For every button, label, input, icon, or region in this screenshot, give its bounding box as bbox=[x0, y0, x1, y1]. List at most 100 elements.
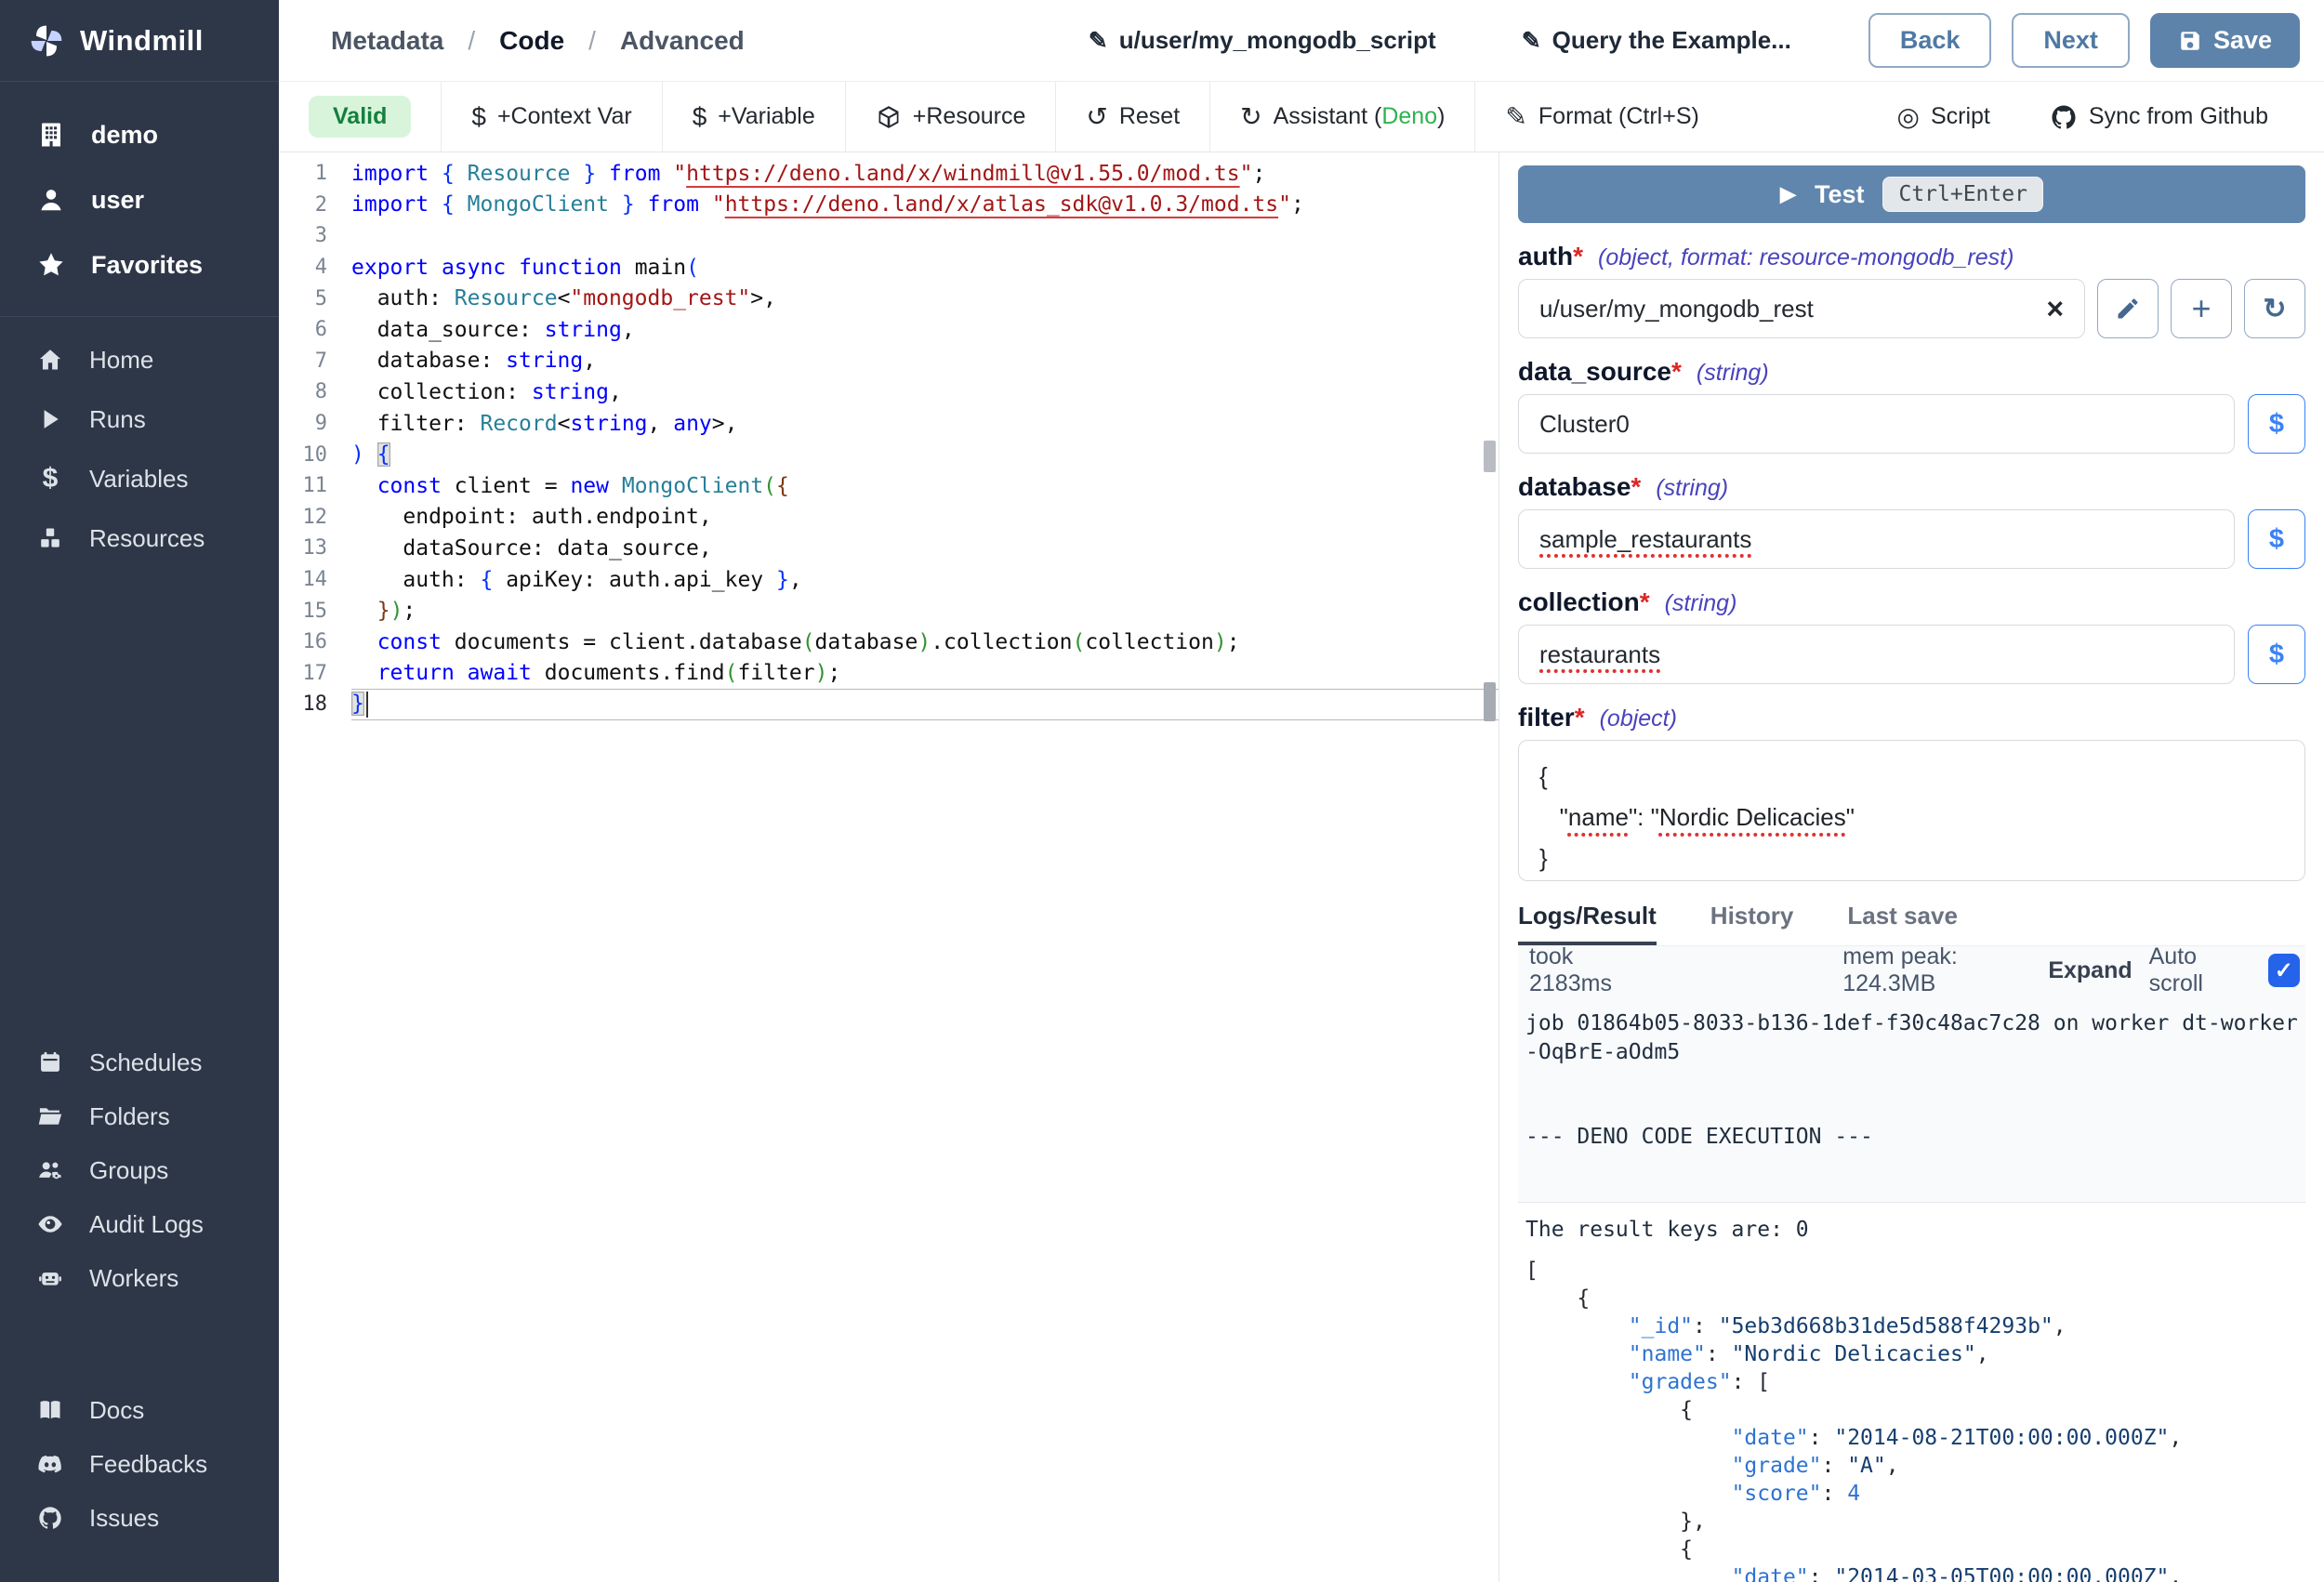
sidebar-item-runs[interactable]: Runs bbox=[0, 389, 279, 449]
tab-history[interactable]: History bbox=[1710, 902, 1794, 945]
sidebar-item-folders[interactable]: Folders bbox=[0, 1089, 279, 1143]
sidebar-item-schedules[interactable]: Schedules bbox=[0, 1035, 279, 1089]
back-button[interactable]: Back bbox=[1868, 13, 1992, 68]
code-line[interactable]: 14 auth: { apiKey: auth.api_key }, bbox=[279, 564, 1499, 596]
code-line[interactable]: 2import { MongoClient } from "https://de… bbox=[279, 190, 1499, 221]
book-icon bbox=[37, 1397, 63, 1423]
edit-resource-button[interactable] bbox=[2097, 279, 2159, 338]
sidebar-item-issues[interactable]: Issues bbox=[0, 1491, 279, 1545]
sidebar-divider bbox=[0, 316, 279, 317]
sidebar-item-demo[interactable]: demo bbox=[0, 102, 279, 167]
autoscroll-label: Auto scroll bbox=[2149, 943, 2253, 997]
play-icon: ▶ bbox=[1780, 182, 1796, 206]
database-input[interactable]: sample_restaurants bbox=[1518, 509, 2235, 569]
sync-from-github-button[interactable]: Sync from Github bbox=[2050, 103, 2268, 131]
sidebar-item-workers[interactable]: Workers bbox=[0, 1251, 279, 1305]
tab-metadata[interactable]: Metadata bbox=[331, 26, 443, 56]
code-line[interactable]: 8 collection: string, bbox=[279, 376, 1499, 408]
expand-button[interactable]: Expand bbox=[2048, 957, 2132, 984]
sidebar-item-label: Audit Logs bbox=[89, 1210, 204, 1239]
sidebar-item-feedbacks[interactable]: Feedbacks bbox=[0, 1437, 279, 1491]
code-line[interactable]: 17 return await documents.find(filter); bbox=[279, 658, 1499, 690]
code-line[interactable]: 15 }); bbox=[279, 595, 1499, 626]
script-title-chip[interactable]: ✎ Query the Example... bbox=[1522, 26, 1791, 55]
add-variable-button[interactable]: $ +Variable bbox=[662, 82, 845, 152]
line-number: 12 bbox=[279, 506, 327, 529]
tab-separator: / bbox=[468, 26, 475, 56]
sidebar-item-groups[interactable]: Groups bbox=[0, 1143, 279, 1197]
add-resource-button[interactable]: +Resource bbox=[845, 82, 1056, 152]
autoscroll-checkbox[interactable]: ✓ bbox=[2268, 954, 2301, 987]
code-line[interactable]: 5 auth: Resource<"mongodb_rest">, bbox=[279, 283, 1499, 314]
code-editor[interactable]: 1import { Resource } from "https://deno.… bbox=[279, 152, 1499, 1582]
code-text: const client = new MongoClient({ bbox=[351, 474, 789, 498]
tab-logs-result[interactable]: Logs/Result bbox=[1518, 902, 1657, 945]
eye-circle-icon: ◎ bbox=[1897, 104, 1920, 130]
code-line[interactable]: 16 const documents = client.database(dat… bbox=[279, 626, 1499, 658]
line-number: 7 bbox=[279, 349, 327, 373]
line-number: 6 bbox=[279, 318, 327, 341]
result-line: "name": "Nordic Delicacies", bbox=[1525, 1340, 2298, 1368]
data-source-input[interactable]: Cluster0 bbox=[1518, 394, 2235, 454]
code-line[interactable]: 18} bbox=[279, 689, 1499, 720]
test-shortcut-kbd: Ctrl+Enter bbox=[1882, 177, 2042, 212]
sidebar-item-label: Runs bbox=[89, 405, 146, 434]
windmill-logo[interactable]: Windmill bbox=[0, 0, 279, 82]
sidebar-item-audit-logs[interactable]: Audit Logs bbox=[0, 1197, 279, 1251]
insert-variable-button[interactable]: $ bbox=[2248, 509, 2305, 569]
sidebar-item-home[interactable]: Home bbox=[0, 330, 279, 389]
field-auth: auth* (object, format: resource-mongodb_… bbox=[1518, 242, 2305, 338]
field-collection: collection*(string)restaurants$ bbox=[1518, 587, 2305, 684]
line-number: 13 bbox=[279, 536, 327, 560]
sidebar-item-favorites[interactable]: Favorites bbox=[0, 232, 279, 297]
format-button[interactable]: ✎ Format (Ctrl+S) bbox=[1474, 82, 1728, 152]
code-line[interactable]: 3 bbox=[279, 220, 1499, 252]
dollar-icon: $ bbox=[37, 466, 63, 492]
code-line[interactable]: 10) { bbox=[279, 439, 1499, 470]
sidebar-item-user[interactable]: user bbox=[0, 167, 279, 232]
sidebar-item-docs[interactable]: Docs bbox=[0, 1383, 279, 1437]
cubes-icon bbox=[37, 525, 63, 551]
line-number: 18 bbox=[279, 692, 327, 716]
editor-scrollbar-mark[interactable] bbox=[1484, 682, 1496, 721]
code-line[interactable]: 11 const client = new MongoClient({ bbox=[279, 470, 1499, 502]
code-line[interactable]: 1import { Resource } from "https://deno.… bbox=[279, 158, 1499, 190]
result-json: [ { "_id": "5eb3d668b31de5d588f4293b", "… bbox=[1525, 1257, 2298, 1582]
tab-advanced[interactable]: Advanced bbox=[620, 26, 745, 56]
add-context-var-button[interactable]: $ +Context Var bbox=[441, 82, 661, 152]
line-number: 1 bbox=[279, 162, 327, 185]
script-path-chip[interactable]: ✎ u/user/my_mongodb_script bbox=[1089, 26, 1436, 55]
editor-scrollbar-mark[interactable] bbox=[1484, 441, 1496, 472]
code-line[interactable]: 12 endpoint: auth.endpoint, bbox=[279, 502, 1499, 534]
test-button[interactable]: ▶ Test Ctrl+Enter bbox=[1518, 165, 2305, 223]
field-data-source: data_source*(string)Cluster0$ bbox=[1518, 357, 2305, 454]
code-line[interactable]: 4export async function main( bbox=[279, 252, 1499, 283]
script-path: u/user/my_mongodb_script bbox=[1119, 26, 1436, 55]
script-kind-button[interactable]: ◎ Script bbox=[1897, 103, 1990, 130]
sidebar-item-label: Resources bbox=[89, 524, 205, 553]
auth-resource-input[interactable]: u/user/my_mongodb_rest × bbox=[1518, 279, 2085, 338]
next-button[interactable]: Next bbox=[2012, 13, 2130, 68]
tab-last-save[interactable]: Last save bbox=[1847, 902, 1958, 945]
clear-resource-icon[interactable]: × bbox=[2046, 294, 2064, 323]
code-line[interactable]: 6 data_source: string, bbox=[279, 314, 1499, 346]
line-number: 16 bbox=[279, 630, 327, 653]
assistant-button[interactable]: ↻ Assistant (Deno) bbox=[1209, 82, 1474, 152]
reset-button[interactable]: ↺ Reset bbox=[1055, 82, 1209, 152]
filter-json-editor[interactable]: { "name": "Nordic Delicacies"} bbox=[1518, 740, 2305, 881]
refresh-resource-button[interactable]: ↻ bbox=[2244, 279, 2305, 338]
insert-variable-button[interactable]: $ bbox=[2248, 394, 2305, 454]
tab-code[interactable]: Code bbox=[499, 26, 564, 56]
code-line[interactable]: 7 database: string, bbox=[279, 346, 1499, 377]
sidebar-item-variables[interactable]: $Variables bbox=[0, 449, 279, 508]
add-resource-button-form[interactable]: + bbox=[2171, 279, 2232, 338]
collection-input[interactable]: restaurants bbox=[1518, 625, 2235, 684]
editor-step-tabs: Metadata / Code / Advanced bbox=[331, 26, 745, 56]
code-line[interactable]: 13 dataSource: data_source, bbox=[279, 533, 1499, 564]
save-button[interactable]: Save bbox=[2150, 13, 2300, 68]
sidebar-item-resources[interactable]: Resources bbox=[0, 508, 279, 568]
code-line[interactable]: 9 filter: Record<string, any>, bbox=[279, 408, 1499, 440]
insert-variable-button[interactable]: $ bbox=[2248, 625, 2305, 684]
pencil-icon: ✎ bbox=[1089, 27, 1108, 55]
result-line: [ bbox=[1525, 1257, 2298, 1285]
